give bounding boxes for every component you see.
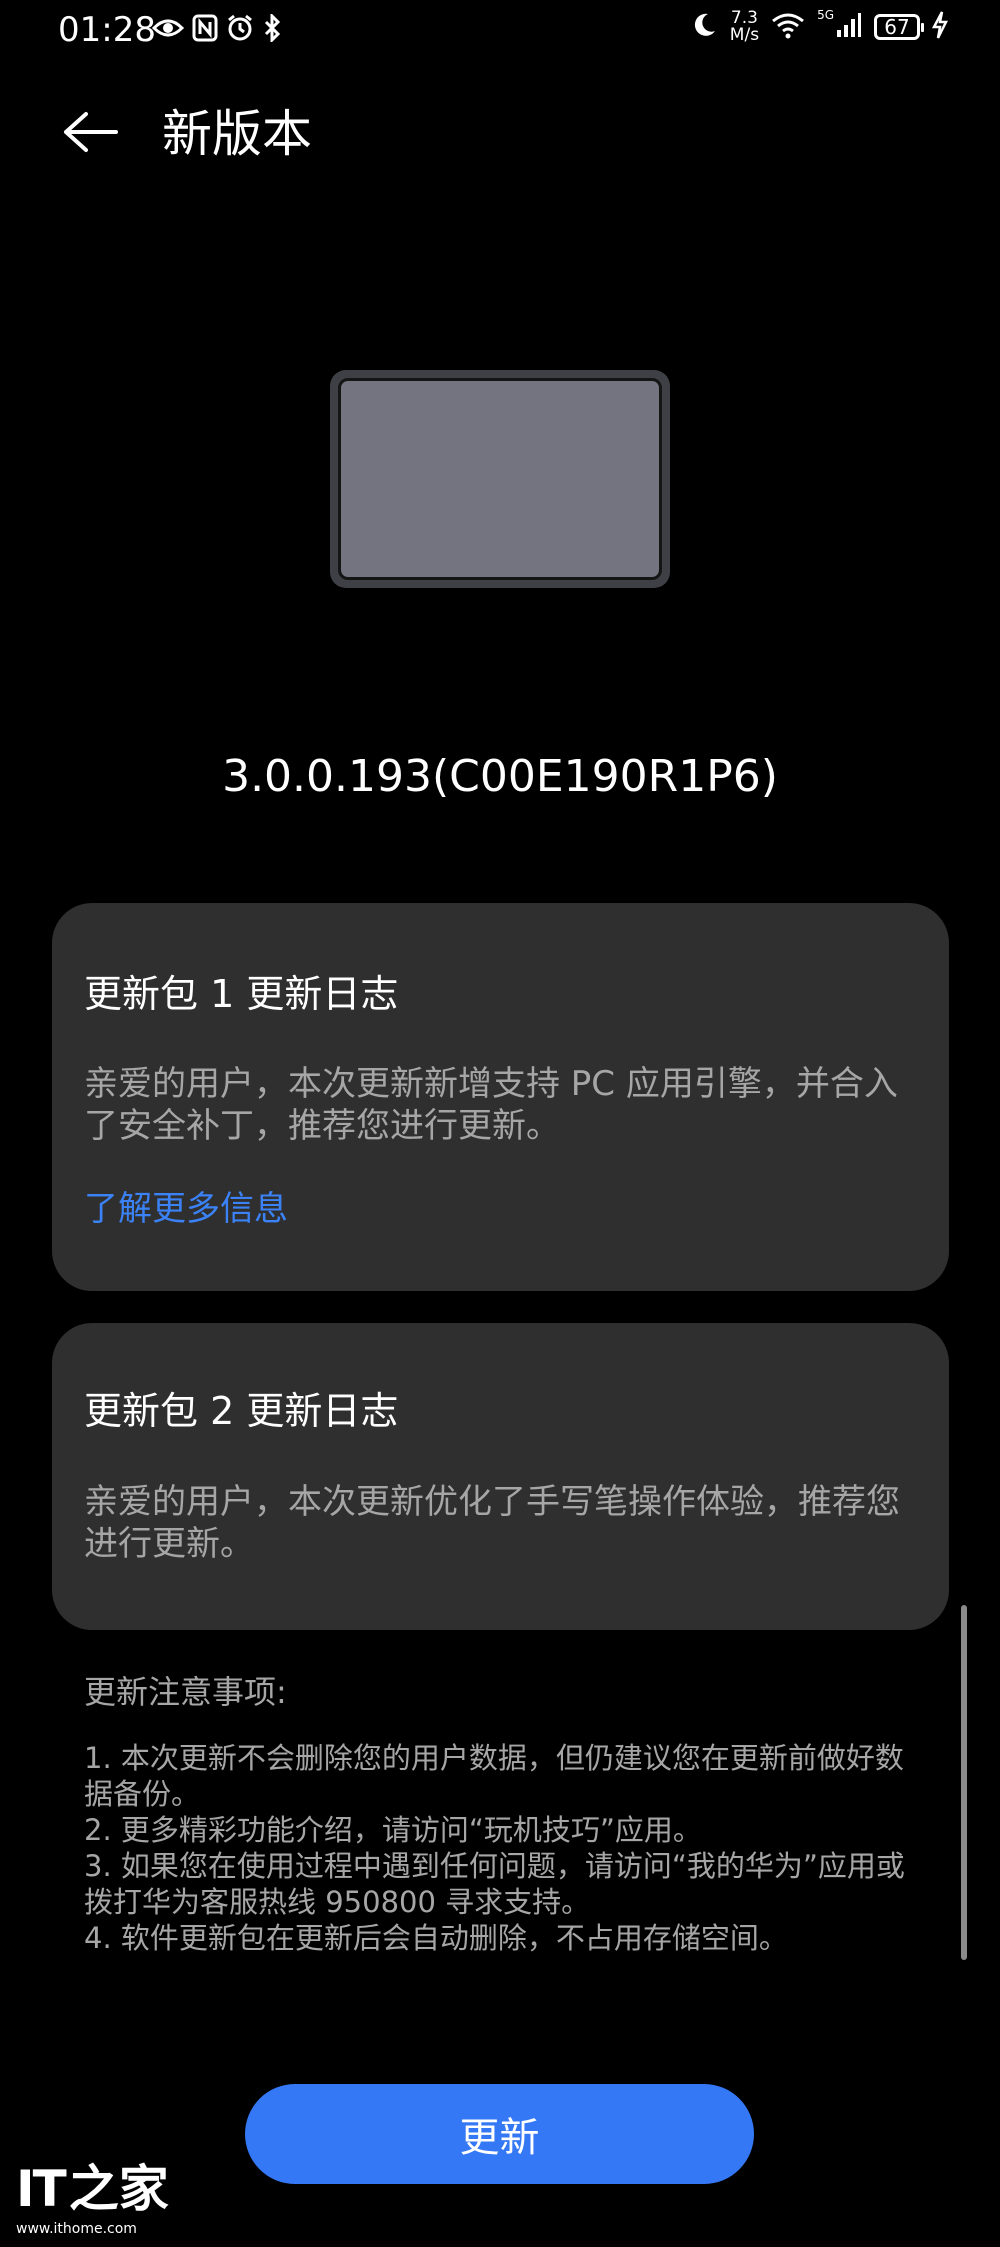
battery-indicator: 67: [874, 14, 924, 40]
signal-label: 5G: [817, 8, 834, 22]
card-body: 亲爱的用户，本次更新优化了手写笔操作体验，推荐您进行更新。: [84, 1482, 900, 1564]
note-item: 3. 如果您在使用过程中遇到任何问题，请访问“我的华为”应用或拨打华为客服热线 …: [84, 1849, 905, 1919]
moon-icon: [690, 11, 718, 43]
network-speed: 7.3 M/s: [730, 10, 759, 44]
wifi-icon: [771, 11, 805, 43]
watermark-logo-latin: IT: [16, 2160, 67, 2218]
watermark-logo-chinese: 之家: [68, 2160, 169, 2218]
battery-level: 67: [884, 15, 910, 39]
status-left-icons: [151, 12, 282, 46]
note-item: 4. 软件更新包在更新后会自动删除，不占用存储空间。: [84, 1921, 788, 1955]
update-button[interactable]: 更新: [245, 2084, 754, 2184]
back-arrow-icon: [62, 110, 118, 158]
card-title: 更新包 2 更新日志: [84, 1389, 399, 1433]
bluetooth-icon: [262, 12, 282, 46]
card-title: 更新包 1 更新日志: [84, 972, 399, 1016]
tablet-device-image: [330, 370, 670, 588]
network-speed-unit: M/s: [729, 25, 760, 45]
note-item: 1. 本次更新不会删除您的用户数据，但仍建议您在更新前做好数据备份。: [84, 1741, 904, 1811]
cell-signal-icon: [836, 12, 862, 42]
version-number: 3.0.0.193(C00E190R1P6): [222, 751, 778, 802]
notes-list: 1. 本次更新不会删除您的用户数据，但仍建议您在更新前做好数据备份。 2. 更多…: [84, 1740, 924, 1956]
back-button[interactable]: [58, 102, 122, 166]
nfc-icon: [192, 14, 218, 46]
eye-comfort-icon: [151, 14, 185, 46]
status-time: 01:28: [58, 10, 156, 50]
update-package-1-card: 更新包 1 更新日志 亲爱的用户，本次更新新增支持 PC 应用引擎，并合入了安全…: [52, 903, 949, 1291]
update-package-2-card: 更新包 2 更新日志 亲爱的用户，本次更新优化了手写笔操作体验，推荐您进行更新。: [52, 1323, 949, 1630]
note-item: 2. 更多精彩功能介绍，请访问“玩机技巧”应用。: [84, 1813, 702, 1847]
tablet-screen: [338, 378, 662, 580]
learn-more-link[interactable]: 了解更多信息: [84, 1185, 288, 1233]
status-right-icons: 7.3 M/s 5G 67: [690, 8, 949, 44]
notes-title: 更新注意事项:: [84, 1673, 287, 1711]
watermark-url: www.ithome.com: [16, 2221, 137, 2237]
page-title: 新版本: [162, 105, 312, 163]
ithome-watermark: IT 之家 www.ithome.com: [16, 2162, 169, 2238]
charging-icon: [931, 11, 949, 43]
ithome-logo: IT 之家: [16, 2162, 169, 2216]
card-body: 亲爱的用户，本次更新新增支持 PC 应用引擎，并合入了安全补丁，推荐您进行更新。: [84, 1064, 898, 1146]
status-bar: 01:28 7.3 M/s 5G 67: [0, 0, 1000, 64]
alarm-icon: [226, 14, 254, 46]
scrollbar[interactable]: [961, 1605, 967, 1960]
